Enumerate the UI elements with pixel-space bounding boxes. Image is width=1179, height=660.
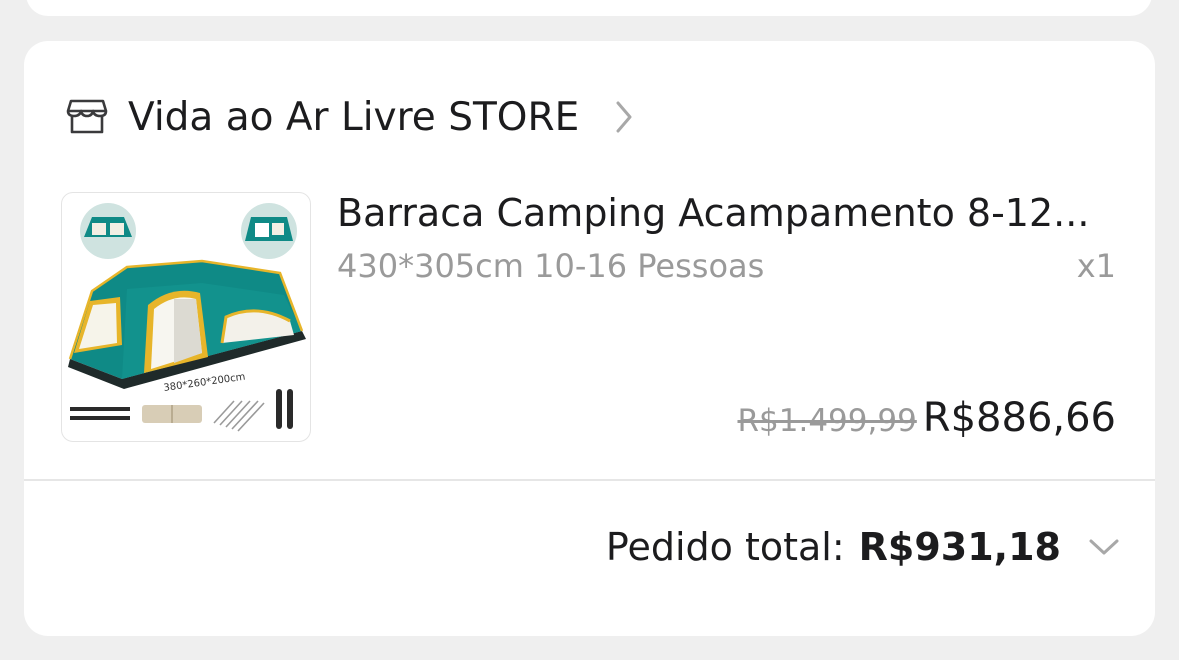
price-row: R$1.499,99 R$886,66 [737, 395, 1116, 441]
product-quantity: x1 [1076, 247, 1116, 285]
original-price: R$1.499,99 [737, 403, 917, 439]
store-icon [66, 97, 108, 137]
chevron-down-icon[interactable] [1087, 532, 1121, 562]
total-label: Pedido total: [605, 525, 845, 569]
previous-card [26, 0, 1152, 16]
product-title[interactable]: Barraca Camping Acampamento 8-12... [337, 191, 1117, 235]
tent-dimension-label: 380*260*200cm [163, 372, 246, 394]
current-price: R$886,66 [922, 395, 1116, 441]
product-variant: 430*305cm 10-16 Pessoas [337, 247, 765, 285]
store-header[interactable]: Vida ao Ar Livre STORE [66, 91, 635, 143]
total-value: R$931,18 [858, 525, 1061, 569]
order-card: Vida ao Ar Livre STORE 380*260*200cm Bar… [24, 41, 1155, 636]
divider [24, 479, 1155, 481]
order-total-row[interactable]: Pedido total: R$931,18 [606, 525, 1121, 569]
chevron-right-icon [613, 97, 635, 137]
store-name: Vida ao Ar Livre STORE [128, 94, 580, 140]
product-image[interactable]: 380*260*200cm [61, 192, 311, 442]
